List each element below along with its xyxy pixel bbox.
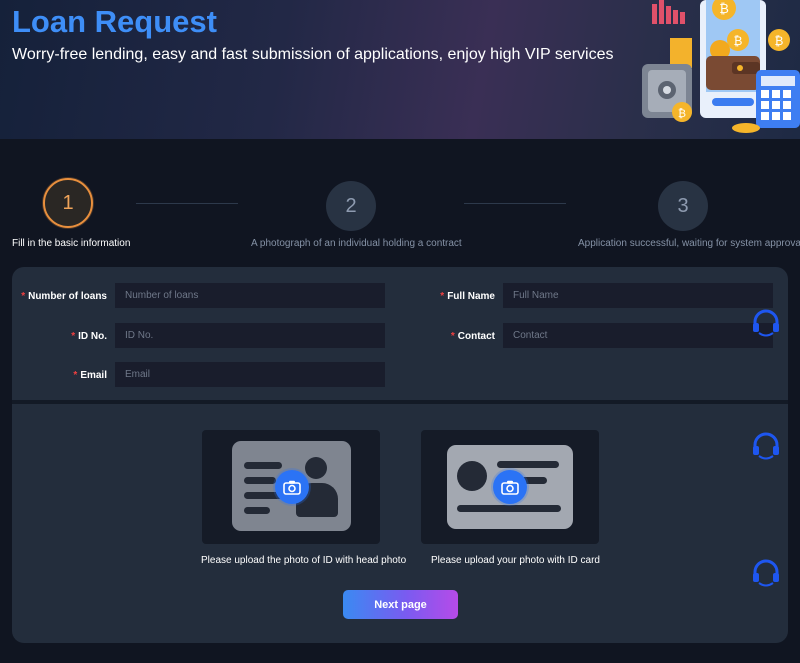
id-no-input[interactable] (115, 323, 385, 348)
wallet-icon (706, 56, 760, 90)
step-2-indicator: 2 (326, 181, 376, 231)
required-mark: * (450, 331, 455, 342)
contact-label: * Contact (451, 331, 495, 342)
upload-photo-caption: Please upload your photo with ID card (431, 555, 600, 566)
full-name-label-text: Full Name (447, 291, 495, 302)
email-label-text: Email (80, 370, 107, 381)
svg-text:₿: ₿ (719, 2, 729, 17)
full-name-label: * Full Name (440, 291, 495, 302)
required-mark: * (73, 370, 78, 381)
page-title: Loan Request (12, 4, 217, 39)
email-label: * Email (73, 370, 107, 381)
required-mark: * (71, 331, 76, 342)
svg-text:₿: ₿ (734, 34, 743, 48)
required-mark: * (21, 291, 26, 302)
headset-icon[interactable] (750, 430, 782, 462)
required-mark: * (440, 291, 445, 302)
loan-form-card: *Number of loans *Full Name *ID No. *Con… (12, 267, 788, 643)
svg-text:₿: ₿ (775, 34, 784, 48)
headset-icon[interactable] (750, 307, 782, 339)
email-input[interactable] (115, 362, 385, 387)
progress-steps: 1 2 3 Fill in the basic information A ph… (0, 178, 800, 253)
step-3-label: Application successful, waiting for syst… (578, 238, 800, 249)
camera-icon[interactable] (275, 470, 309, 504)
hero-banner: Loan Request Worry-free lending, easy an… (0, 0, 800, 139)
upload-id-with-head-photo[interactable] (202, 430, 380, 544)
next-page-button[interactable]: Next page (343, 590, 458, 619)
section-divider (12, 400, 788, 404)
step-connector (136, 203, 238, 204)
number-of-loans-input[interactable] (115, 283, 385, 308)
step-1-label: Fill in the basic information (12, 238, 131, 249)
upload-photo-with-id-card[interactable] (421, 430, 599, 544)
headset-icon[interactable] (750, 557, 782, 589)
id-no-label: * ID No. (71, 331, 107, 342)
step-1-indicator: 1 (43, 178, 93, 228)
svg-text:₿: ₿ (678, 107, 686, 120)
id-no-label-text: ID No. (78, 331, 107, 342)
full-name-input[interactable] (503, 283, 773, 308)
crypto-illustration: ₿ ₿ ₿ ₿ (642, 0, 800, 133)
upload-id-caption: Please upload the photo of ID with head … (201, 555, 407, 566)
step-3-indicator: 3 (658, 181, 708, 231)
contact-label-text: Contact (457, 331, 495, 342)
step-connector (464, 203, 566, 204)
page-subtitle: Worry-free lending, easy and fast submis… (12, 46, 614, 63)
loans-label: * Number of loans (21, 291, 107, 302)
step-2-label: A photograph of an individual holding a … (251, 238, 462, 249)
loans-label-text: Number of loans (28, 291, 107, 302)
contact-input[interactable] (503, 323, 773, 348)
camera-icon[interactable] (493, 470, 527, 504)
calculator-icon (756, 70, 800, 128)
